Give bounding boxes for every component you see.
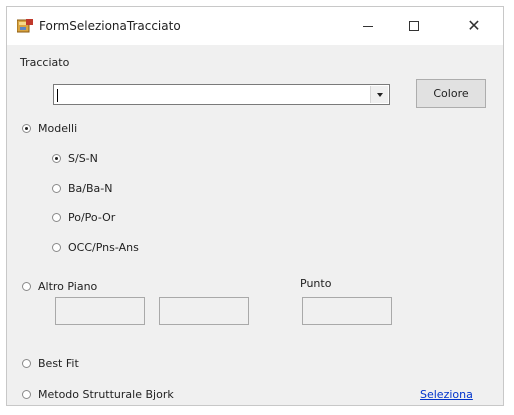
- app-form-icon: [17, 19, 33, 33]
- radio-indicator: [22, 390, 31, 399]
- combobox-dropdown-button[interactable]: [370, 86, 388, 103]
- radio-indicator: [52, 243, 61, 252]
- chevron-down-icon: [376, 92, 383, 97]
- radio-modelli-label: Modelli: [38, 122, 78, 135]
- radio-indicator: [22, 359, 31, 368]
- radio-label: Po/Po-Or: [68, 211, 116, 224]
- radio-indicator: [52, 213, 61, 222]
- text-caret: [57, 89, 58, 102]
- colore-button[interactable]: Colore: [416, 79, 486, 108]
- radio-indicator: [52, 184, 61, 193]
- tracciato-label: Tracciato: [20, 56, 70, 69]
- window-title: FormSelezionaTracciato: [39, 19, 181, 33]
- radio-model-option[interactable]: OCC/Pns-Ans: [52, 241, 139, 254]
- radio-best-fit[interactable]: Best Fit: [22, 357, 79, 370]
- radio-model-option[interactable]: S/S-N: [52, 152, 98, 165]
- radio-best-fit-label: Best Fit: [38, 357, 79, 370]
- seleziona-link[interactable]: Seleziona: [420, 388, 473, 401]
- radio-label: S/S-N: [68, 152, 98, 165]
- radio-altro-piano[interactable]: Altro Piano: [22, 280, 97, 293]
- maximize-button[interactable]: [391, 7, 437, 45]
- radio-model-option[interactable]: Ba/Ba-N: [52, 182, 112, 195]
- minimize-icon: [363, 25, 373, 27]
- close-icon: ✕: [467, 16, 481, 35]
- punto-label: Punto: [300, 277, 332, 290]
- radio-metodo-bjork[interactable]: Metodo Strutturale Bjork: [22, 388, 174, 401]
- radio-indicator: [52, 154, 61, 163]
- maximize-icon: [409, 21, 419, 31]
- form-window: FormSelezionaTracciato ✕: [6, 6, 504, 406]
- radio-label: OCC/Pns-Ans: [68, 241, 139, 254]
- radio-modelli[interactable]: Modelli: [22, 122, 77, 135]
- radio-altro-piano-label: Altro Piano: [38, 280, 98, 293]
- title-bar[interactable]: FormSelezionaTracciato ✕: [7, 7, 503, 45]
- tracciato-combobox[interactable]: [53, 84, 390, 105]
- close-button[interactable]: ✕: [451, 7, 497, 45]
- radio-indicator: [22, 282, 31, 291]
- radio-model-option[interactable]: Po/Po-Or: [52, 211, 115, 224]
- minimize-button[interactable]: [345, 7, 391, 45]
- altro-piano-field-2[interactable]: [159, 297, 249, 325]
- radio-indicator: [22, 124, 31, 133]
- punto-field[interactable]: [302, 297, 392, 325]
- radio-metodo-label: Metodo Strutturale Bjork: [38, 388, 174, 401]
- altro-piano-field-1[interactable]: [55, 297, 145, 325]
- radio-label: Ba/Ba-N: [68, 182, 113, 195]
